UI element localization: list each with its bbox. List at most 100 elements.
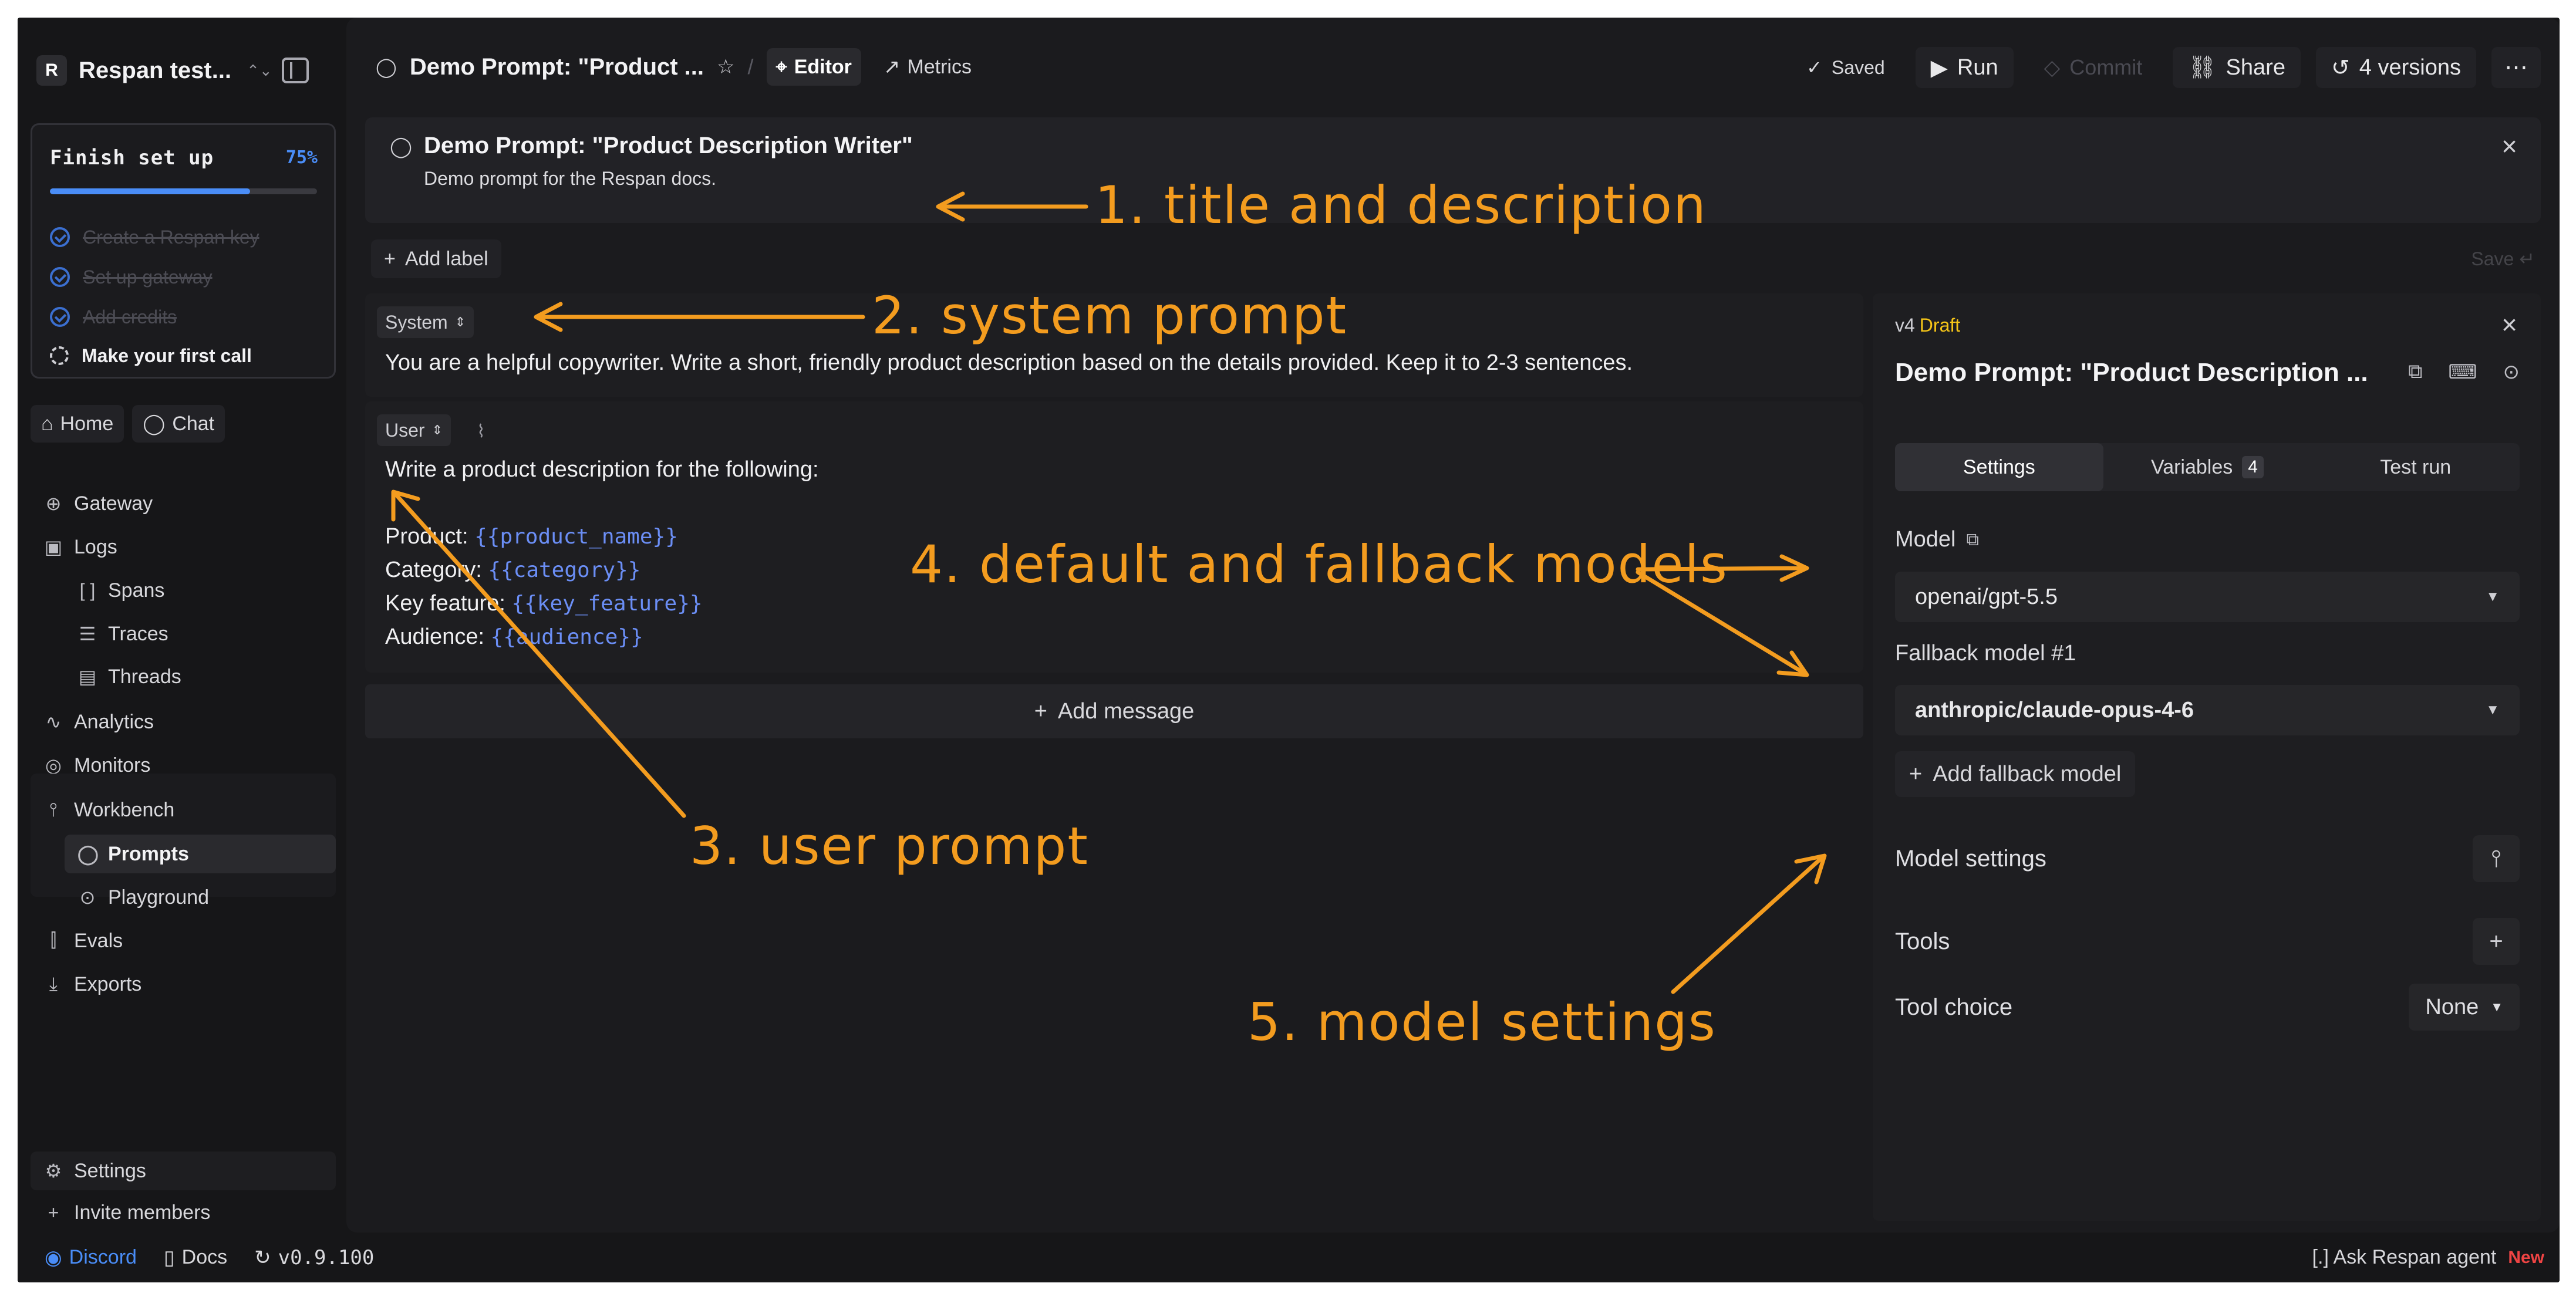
docs-link[interactable]: ▯ Docs xyxy=(164,1246,227,1269)
setup-item[interactable]: Make your first call xyxy=(50,342,252,369)
code-icon[interactable]: ⌨ xyxy=(2448,360,2477,384)
setup-item-label: Add credits xyxy=(83,306,177,327)
nav-label: Workbench xyxy=(74,798,175,821)
sidebar-item-playground[interactable]: ⊙ Playground xyxy=(65,878,336,917)
line-label: Audience: xyxy=(385,624,485,649)
setup-item[interactable]: Add credits xyxy=(50,303,177,330)
add-fallback-model-button[interactable]: + Add fallback model xyxy=(1895,751,2136,797)
terminal-icon: ▣ xyxy=(44,536,63,558)
role-selector-user[interactable]: User ⇕ xyxy=(377,414,451,446)
discord-link[interactable]: ◉ Discord xyxy=(45,1246,137,1269)
sidebar: R Respan test... ⌃⌄ Finish set up 75% Cr… xyxy=(18,18,346,1233)
sidebar-item-gateway[interactable]: ⊕ Gateway xyxy=(31,484,336,523)
sidebar-item-settings[interactable]: ⚙ Settings xyxy=(31,1152,336,1190)
annotation-title-description: 1. title and description xyxy=(1095,175,1707,235)
commit-label: Commit xyxy=(2069,55,2143,79)
share-button[interactable]: ⛓ Share xyxy=(2173,47,2301,88)
plus-icon: + xyxy=(384,247,396,270)
sidebar-item-traces[interactable]: ☰ Traces xyxy=(65,614,336,653)
sidebar-collapse-icon[interactable] xyxy=(282,58,309,83)
caret-down-icon: ▼ xyxy=(2490,1000,2503,1014)
role-selector-system[interactable]: System ⇕ xyxy=(377,306,474,338)
setup-item-label: Set up gateway xyxy=(83,266,213,288)
nav-label: Threads xyxy=(108,665,181,688)
close-icon[interactable]: × xyxy=(2501,130,2517,162)
add-message-button[interactable]: + Add message xyxy=(365,684,1863,738)
template-variable: {{product_name}} xyxy=(474,525,678,549)
model-settings-label: Model settings xyxy=(1895,845,2046,872)
more-options-button[interactable]: ⋯ xyxy=(2491,47,2541,88)
prompt-description[interactable]: Demo prompt for the Respan docs. xyxy=(424,168,716,190)
activity-icon: ∿ xyxy=(45,711,62,732)
tab-variables[interactable]: Variables 4 xyxy=(2103,443,2312,491)
close-icon[interactable]: × xyxy=(2501,309,2517,340)
tab-test-run[interactable]: Test run xyxy=(2311,443,2520,491)
plus-icon: + xyxy=(1034,698,1047,724)
new-badge: New xyxy=(2508,1247,2544,1267)
tab-editor[interactable]: ⌖ Editor xyxy=(766,48,861,86)
run-button[interactable]: ▶ Run xyxy=(1915,47,2014,88)
tab-metrics[interactable]: ↗ Metrics xyxy=(874,48,981,86)
save-hint[interactable]: Save ↵ xyxy=(2471,248,2535,270)
check-circle-icon xyxy=(50,267,70,287)
user-message-line[interactable]: Audience: {{audience}} xyxy=(385,620,643,654)
play-circle-icon: ⊙ xyxy=(79,887,96,908)
tools-label: Tools xyxy=(1895,928,1950,954)
sidebar-item-prompts[interactable]: ◯ Prompts xyxy=(65,835,336,873)
sidebar-item-evals[interactable]: ⫿ Evals xyxy=(31,921,336,960)
plus-icon[interactable]: + xyxy=(2473,918,2520,965)
setup-card[interactable]: Finish set up 75% Create a Respan key Se… xyxy=(31,123,336,379)
tool-choice-select[interactable]: None ▼ xyxy=(2409,984,2520,1031)
sidebar-item-exports[interactable]: ⤓ Exports xyxy=(31,965,336,1004)
version-info[interactable]: ↻ v0.9.100 xyxy=(254,1246,374,1269)
paperclip-icon[interactable]: ⌇ xyxy=(477,421,485,442)
tab-settings[interactable]: Settings xyxy=(1895,443,2103,491)
annotation-models: 4. default and fallback models xyxy=(910,534,1728,595)
prompt-breadcrumb-title[interactable]: Demo Prompt: "Product ... xyxy=(410,54,704,80)
add-label-text: Add label xyxy=(404,247,488,270)
user-message-line[interactable]: Product: {{product_name}} xyxy=(385,520,678,553)
user-message-line[interactable]: Category: {{category}} xyxy=(385,553,640,587)
model-value: openai/gpt-5.5 xyxy=(1915,584,2058,609)
workspace-switcher[interactable]: R Respan test... ⌃⌄ xyxy=(36,52,272,89)
play-circle-icon[interactable]: ⊙ xyxy=(2503,360,2520,384)
tab-label: Test run xyxy=(2380,455,2452,478)
sidebar-item-analytics[interactable]: ∿ Analytics xyxy=(31,703,336,741)
chat-bubble-icon: ◯ xyxy=(77,843,99,865)
sidebar-item-logs[interactable]: ▣ Logs xyxy=(31,528,336,566)
chat-bubble-icon: ◯ xyxy=(390,136,413,158)
discord-icon: ◉ xyxy=(45,1246,62,1269)
copy-icon[interactable]: ⧉ xyxy=(2408,360,2422,384)
invite-members-button[interactable]: + Invite members xyxy=(31,1195,336,1230)
model-label-text: Model xyxy=(1895,527,1956,552)
link-icon: ⛓ xyxy=(2188,55,2217,80)
chevron-updown-icon: ⇕ xyxy=(454,315,466,329)
add-label-button[interactable]: + Add label xyxy=(371,239,501,278)
user-message-intro[interactable]: Write a product description for the foll… xyxy=(385,453,819,487)
tab-label: Editor xyxy=(794,55,852,78)
user-message-line[interactable]: Key feature: {{key_feature}} xyxy=(385,587,703,620)
chevron-updown-icon: ⇕ xyxy=(431,423,443,437)
versions-button[interactable]: ↺ 4 versions xyxy=(2315,47,2476,88)
setup-item[interactable]: Create a Respan key xyxy=(50,224,259,251)
chat-button[interactable]: ◯ Chat xyxy=(132,405,225,443)
copy-icon[interactable]: ⧉ xyxy=(1967,530,1979,550)
setup-item[interactable]: Set up gateway xyxy=(50,264,213,291)
nav-label: Spans xyxy=(108,579,165,602)
prompt-title[interactable]: Demo Prompt: "Product Description Writer… xyxy=(424,133,913,159)
sidebar-item-workbench[interactable]: ⫯ Workbench xyxy=(31,791,336,829)
sliders-icon[interactable]: ⫯ xyxy=(2473,835,2520,882)
status-bar: ◉ Discord ▯ Docs ↻ v0.9.100 [.] Ask Respan … xyxy=(18,1233,2560,1282)
system-message-text[interactable]: You are a helpful copywriter. Write a sh… xyxy=(385,346,1633,380)
home-button[interactable]: ⌂ Home xyxy=(31,405,124,443)
version-number: v4 xyxy=(1895,315,1915,336)
sidebar-item-threads[interactable]: ▤ Threads xyxy=(65,657,336,696)
saved-label: Saved xyxy=(1831,56,1885,78)
fallback-model-select[interactable]: anthropic/claude-opus-4-6 ▼ xyxy=(1895,685,2520,735)
commit-button[interactable]: ◇ Commit xyxy=(2029,47,2158,88)
breadcrumb-separator: / xyxy=(747,55,754,79)
sidebar-item-spans[interactable]: [ ] Spans xyxy=(65,571,336,610)
star-icon[interactable]: ☆ xyxy=(717,55,734,79)
model-select[interactable]: openai/gpt-5.5 ▼ xyxy=(1895,572,2520,622)
ask-agent-button[interactable]: [.] Ask Respan agent xyxy=(2312,1246,2497,1269)
